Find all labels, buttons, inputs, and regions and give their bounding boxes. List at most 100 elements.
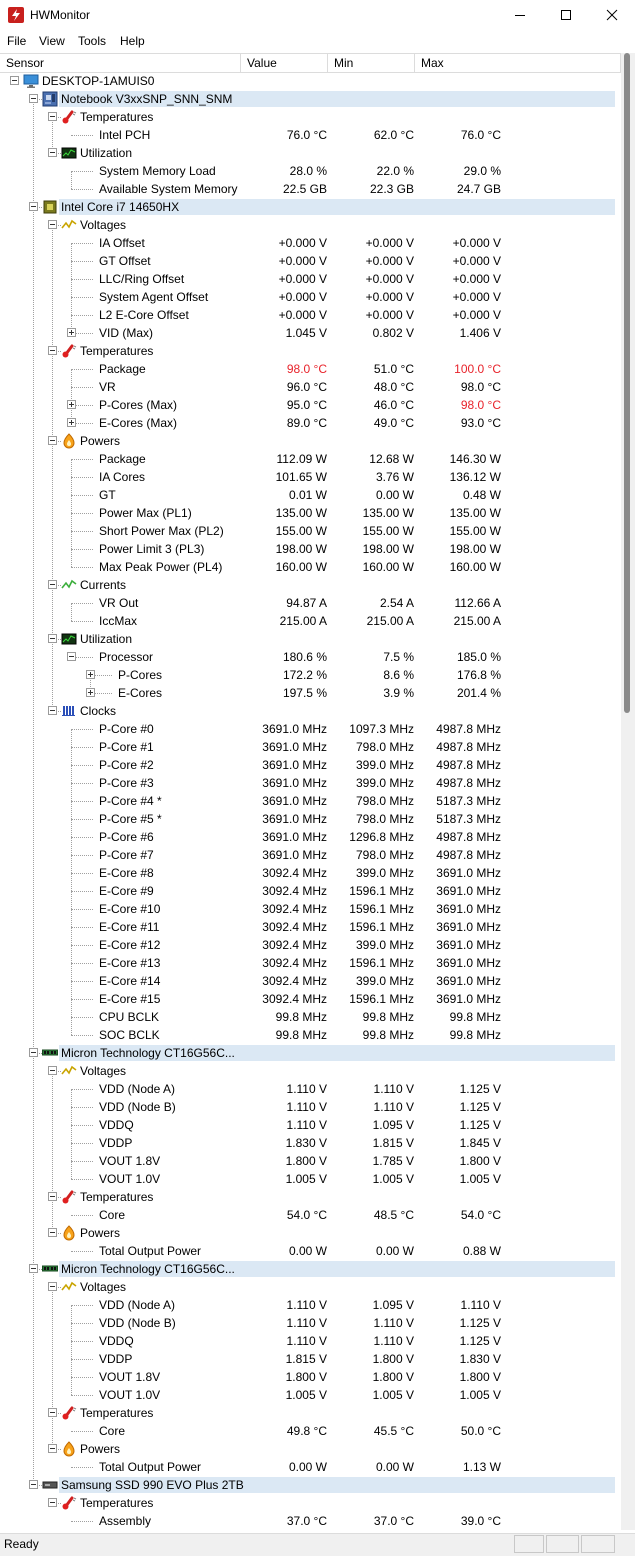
menu-tools[interactable]: Tools (78, 34, 106, 48)
collapse-icon[interactable] (48, 112, 57, 121)
sensor-row[interactable]: Short Power Max (PL2) 155.00 W 155.00 W 155… (0, 522, 621, 540)
maximize-button[interactable] (543, 0, 589, 30)
collapse-icon[interactable] (48, 580, 57, 589)
collapse-icon[interactable] (29, 1480, 38, 1489)
sensor-row[interactable]: L2 E-Core Offset +0.000 V +0.000 V +0.000 V (0, 306, 621, 324)
collapse-icon[interactable] (48, 1066, 57, 1075)
group-row[interactable]: Temperatures (0, 1404, 621, 1422)
collapse-icon[interactable] (10, 76, 19, 85)
group-row[interactable]: Utilization (0, 630, 621, 648)
expand-icon[interactable] (86, 670, 95, 679)
collapse-icon[interactable] (48, 634, 57, 643)
sensor-row[interactable]: SOC BCLK 99.8 MHz 99.8 MHz 99.8 MHz (0, 1026, 621, 1044)
sensor-row[interactable]: P-Core #6 3691.0 MHz 1296.8 MHz 4987.8 MHz (0, 828, 621, 846)
sensor-row[interactable]: P-Core #3 3691.0 MHz 399.0 MHz 4987.8 MHz (0, 774, 621, 792)
sensor-row[interactable]: VOUT 1.0V 1.005 V 1.005 V 1.005 V (0, 1170, 621, 1188)
sensor-row[interactable]: E-Core #12 3092.4 MHz 399.0 MHz 3691.0 MHz (0, 936, 621, 954)
menu-view[interactable]: View (39, 34, 65, 48)
sensor-row[interactable]: E-Core #8 3092.4 MHz 399.0 MHz 3691.0 MHz (0, 864, 621, 882)
sensor-row[interactable]: GT 0.01 W 0.00 W 0.48 W (0, 486, 621, 504)
sensor-row[interactable]: System Memory Load 28.0 % 22.0 % 29.0 % (0, 162, 621, 180)
sensor-row[interactable]: VDD (Node B) 1.110 V 1.110 V 1.125 V (0, 1098, 621, 1116)
group-row[interactable]: Voltages (0, 1278, 621, 1296)
sensor-row[interactable]: VDDQ 1.110 V 1.110 V 1.125 V (0, 1332, 621, 1350)
sensor-row[interactable]: E-Cores (Max) 89.0 °C 49.0 °C 93.0 °C (0, 414, 621, 432)
column-value[interactable]: Value (241, 54, 328, 72)
sensor-row[interactable]: VOUT 1.0V 1.005 V 1.005 V 1.005 V (0, 1386, 621, 1404)
collapse-icon[interactable] (48, 148, 57, 157)
group-row[interactable]: Temperatures (0, 1188, 621, 1206)
sensor-row[interactable]: E-Core #11 3092.4 MHz 1596.1 MHz 3691.0 MHz (0, 918, 621, 936)
device-row[interactable]: Samsung SSD 990 EVO Plus 2TB (0, 1476, 621, 1494)
sensor-row[interactable]: Assembly 37.0 °C 37.0 °C 39.0 °C (0, 1512, 621, 1530)
scrollbar-thumb[interactable] (624, 53, 630, 713)
collapse-icon[interactable] (48, 706, 57, 715)
device-row[interactable]: Micron Technology CT16G56C... (0, 1044, 621, 1062)
collapse-icon[interactable] (48, 436, 57, 445)
close-button[interactable] (589, 0, 635, 30)
sensor-row[interactable]: VDDP 1.815 V 1.800 V 1.830 V (0, 1350, 621, 1368)
group-row[interactable]: Utilization (0, 144, 621, 162)
group-row[interactable]: Powers (0, 432, 621, 450)
sensor-row[interactable]: CPU BCLK 99.8 MHz 99.8 MHz 99.8 MHz (0, 1008, 621, 1026)
sensor-row[interactable]: VDD (Node B) 1.110 V 1.110 V 1.125 V (0, 1314, 621, 1332)
collapse-icon[interactable] (48, 1498, 57, 1507)
sensor-row[interactable]: Available System Memory 22.5 GB 22.3 GB 24.… (0, 180, 621, 198)
group-row[interactable]: Powers (0, 1224, 621, 1242)
sensor-row[interactable]: Total Output Power 0.00 W 0.00 W 1.13 W (0, 1458, 621, 1476)
group-row[interactable]: Currents (0, 576, 621, 594)
sensor-row[interactable]: Power Limit 3 (PL3) 198.00 W 198.00 W 198.0… (0, 540, 621, 558)
sensor-row[interactable]: P-Core #7 3691.0 MHz 798.0 MHz 4987.8 MHz (0, 846, 621, 864)
sensor-row[interactable]: P-Core #4 * 3691.0 MHz 798.0 MHz 5187.3 MHz (0, 792, 621, 810)
sensor-row[interactable]: E-Cores 197.5 % 3.9 % 201.4 % (0, 684, 621, 702)
expand-icon[interactable] (67, 328, 76, 337)
sensor-row[interactable]: VDDQ 1.110 V 1.095 V 1.125 V (0, 1116, 621, 1134)
expand-icon[interactable] (67, 400, 76, 409)
sensor-row[interactable]: Package 98.0 °C 51.0 °C 100.0 °C (0, 360, 621, 378)
sensor-row[interactable]: Total Output Power 0.00 W 0.00 W 0.88 W (0, 1242, 621, 1260)
sensor-row[interactable]: P-Core #1 3691.0 MHz 798.0 MHz 4987.8 MHz (0, 738, 621, 756)
sensor-row[interactable]: Intel PCH 76.0 °C 62.0 °C 76.0 °C (0, 126, 621, 144)
vertical-scrollbar[interactable] (621, 53, 635, 1530)
expand-icon[interactable] (86, 688, 95, 697)
group-row[interactable]: Temperatures (0, 1494, 621, 1512)
device-row[interactable]: DESKTOP-1AMUIS0 (0, 72, 621, 90)
menu-file[interactable]: File (7, 34, 26, 48)
sensor-row[interactable]: P-Cores 172.2 % 8.6 % 176.8 % (0, 666, 621, 684)
sensor-row[interactable]: Package 112.09 W 12.68 W 146.30 W (0, 450, 621, 468)
collapse-icon[interactable] (48, 220, 57, 229)
sensor-row[interactable]: VOUT 1.8V 1.800 V 1.785 V 1.800 V (0, 1152, 621, 1170)
sensor-row[interactable]: Core 54.0 °C 48.5 °C 54.0 °C (0, 1206, 621, 1224)
sensor-row[interactable]: IccMax 215.00 A 215.00 A 215.00 A (0, 612, 621, 630)
device-row[interactable]: Notebook V3xxSNP_SNN_SNM (0, 90, 621, 108)
collapse-icon[interactable] (29, 202, 38, 211)
sensor-row[interactable]: IA Offset +0.000 V +0.000 V +0.000 V (0, 234, 621, 252)
sensor-row[interactable]: IA Cores 101.65 W 3.76 W 136.12 W (0, 468, 621, 486)
sensor-row[interactable]: VOUT 1.8V 1.800 V 1.800 V 1.800 V (0, 1368, 621, 1386)
sensor-row[interactable]: E-Core #10 3092.4 MHz 1596.1 MHz 3691.0 MHz (0, 900, 621, 918)
sensor-row[interactable]: P-Core #0 3691.0 MHz 1097.3 MHz 4987.8 MHz (0, 720, 621, 738)
collapse-icon[interactable] (48, 1444, 57, 1453)
minimize-button[interactable] (497, 0, 543, 30)
sensor-row[interactable]: Core 49.8 °C 45.5 °C 50.0 °C (0, 1422, 621, 1440)
collapse-icon[interactable] (67, 652, 76, 661)
collapse-icon[interactable] (48, 1228, 57, 1237)
collapse-icon[interactable] (29, 1264, 38, 1273)
sensor-row[interactable]: VR Out 94.87 A 2.54 A 112.66 A (0, 594, 621, 612)
sensor-row[interactable]: LLC/Ring Offset +0.000 V +0.000 V +0.000 V (0, 270, 621, 288)
sensor-row[interactable]: VDD (Node A) 1.110 V 1.095 V 1.110 V (0, 1296, 621, 1314)
collapse-icon[interactable] (48, 1192, 57, 1201)
group-row[interactable]: Clocks (0, 702, 621, 720)
column-max[interactable]: Max (415, 54, 621, 72)
column-min[interactable]: Min (328, 54, 415, 72)
group-row[interactable]: Temperatures (0, 342, 621, 360)
sensor-row[interactable]: P-Core #5 * 3691.0 MHz 798.0 MHz 5187.3 MHz (0, 810, 621, 828)
sensor-row[interactable]: System Agent Offset +0.000 V +0.000 V +0.00… (0, 288, 621, 306)
group-row[interactable]: Voltages (0, 1062, 621, 1080)
collapse-icon[interactable] (29, 94, 38, 103)
expand-icon[interactable] (67, 418, 76, 427)
sensor-row[interactable]: VDDP 1.830 V 1.815 V 1.845 V (0, 1134, 621, 1152)
device-row[interactable]: Micron Technology CT16G56C... (0, 1260, 621, 1278)
collapse-icon[interactable] (48, 1408, 57, 1417)
sensor-row[interactable]: P-Cores (Max) 95.0 °C 46.0 °C 98.0 °C (0, 396, 621, 414)
